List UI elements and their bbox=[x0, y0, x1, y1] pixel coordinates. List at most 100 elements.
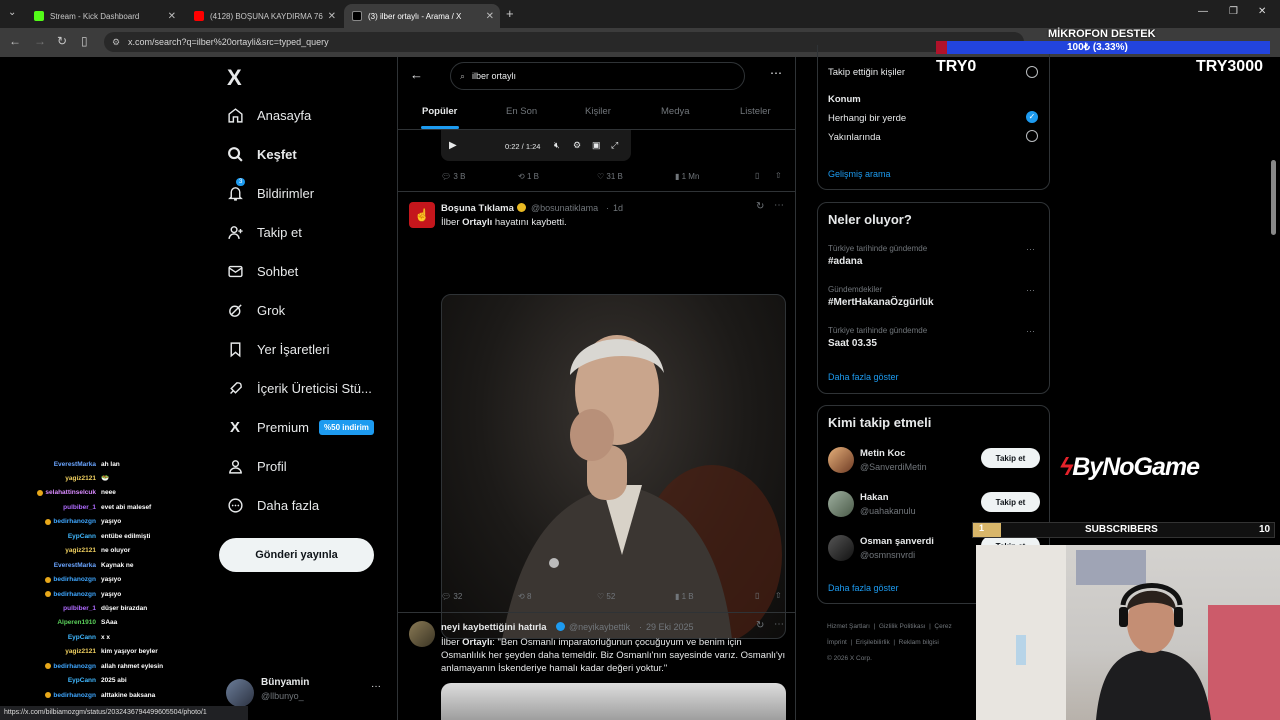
footer-link[interactable]: Hizmet Şartları bbox=[827, 623, 870, 630]
footer-link[interactable]: Reklam bilgisi bbox=[899, 639, 939, 646]
nav-explore[interactable]: Keşfet bbox=[226, 145, 297, 163]
trend-item[interactable]: Türkiye tarihinde gündemde Saat 03.35 ⋯ bbox=[828, 326, 1040, 349]
tab-youtube[interactable]: (4128) BOŞUNA KAYDIRMA 76 ✕ bbox=[186, 4, 342, 28]
follow-show-more-link[interactable]: Daha fazla göster bbox=[828, 583, 899, 593]
play-icon[interactable]: ▶ bbox=[449, 140, 457, 151]
footer-link[interactable]: Gizlilik Politikası bbox=[879, 623, 926, 630]
chat-username[interactable]: EypCann bbox=[0, 677, 96, 684]
tab-kick-dashboard[interactable]: Stream - Kick Dashboard ✕ bbox=[26, 4, 182, 28]
tweet-author[interactable]: neyi kaybettiğini hatırla bbox=[441, 622, 547, 633]
chat-username[interactable]: selahattinselcuk bbox=[45, 489, 96, 496]
trend-more-icon[interactable]: ⋯ bbox=[1026, 326, 1035, 337]
back-arrow-icon[interactable]: ← bbox=[410, 67, 423, 82]
restore-icon[interactable]: ❐ bbox=[1229, 6, 1238, 17]
fullscreen-icon[interactable]: ⤢ bbox=[611, 140, 618, 151]
page-scrollbar[interactable] bbox=[1271, 160, 1276, 235]
grok-icon[interactable]: ↻ bbox=[756, 201, 764, 212]
forward-icon[interactable]: → bbox=[34, 34, 46, 48]
chat-username[interactable]: bedirhanozgn bbox=[53, 663, 96, 670]
reload-icon[interactable]: ↻ bbox=[57, 34, 67, 48]
tweet-handle[interactable]: @bosunatiklama bbox=[531, 203, 598, 213]
retweet-count[interactable]: ⟲ 1 B bbox=[518, 172, 539, 181]
tab-people[interactable]: Kişiler bbox=[585, 106, 611, 117]
nav-more[interactable]: Daha fazla bbox=[226, 496, 319, 514]
chat-username[interactable]: bedirhanozgn bbox=[53, 692, 96, 699]
location-nearby-radio[interactable] bbox=[1026, 130, 1038, 142]
chat-username[interactable]: EypCann bbox=[0, 533, 96, 540]
chat-username[interactable]: yagiz2121 bbox=[0, 648, 96, 655]
tab-latest[interactable]: En Son bbox=[506, 106, 537, 117]
trends-show-more-link[interactable]: Daha fazla göster bbox=[828, 372, 899, 382]
follow-suggestion[interactable]: Metin Koc @SanverdiMetin Takip et bbox=[828, 446, 1050, 480]
chat-username[interactable]: EverestMarka bbox=[0, 461, 96, 468]
video-player[interactable]: ▶ 0:22 / 1:24 🔇︎ ⚙ ▣ ⤢ bbox=[441, 130, 631, 161]
tweet-photo[interactable] bbox=[441, 683, 786, 720]
like-count[interactable]: ♡ 52 bbox=[597, 592, 615, 601]
retweet-count[interactable]: ⟲ 8 bbox=[518, 592, 531, 601]
tweet[interactable]: ☝ Boşuna Tıklama @bosunatiklama · 1d ↻ ⋯… bbox=[398, 192, 795, 639]
follow-button[interactable]: Takip et bbox=[981, 448, 1040, 468]
site-info-icon[interactable]: ⚙ bbox=[112, 32, 120, 52]
chat-username[interactable]: bedirhanozgn bbox=[53, 518, 96, 525]
share-icon[interactable]: ⇧ bbox=[775, 171, 782, 180]
nav-messages[interactable]: Sohbet bbox=[226, 262, 298, 280]
chat-username[interactable]: bedirhanozgn bbox=[53, 576, 96, 583]
reply-count[interactable]: 💬︎ 32 bbox=[441, 592, 462, 601]
nav-follow[interactable]: Takip et bbox=[226, 223, 302, 241]
account-more-icon[interactable]: ··· bbox=[371, 681, 381, 692]
tweet-more-icon[interactable]: ⋯ bbox=[774, 619, 784, 630]
nav-bookmarks[interactable]: Yer İşaretleri bbox=[226, 340, 330, 358]
new-tab-button[interactable]: + bbox=[506, 6, 514, 21]
nav-profile[interactable]: Profil bbox=[226, 457, 287, 475]
tab-popular[interactable]: Popüler bbox=[422, 106, 457, 117]
account-switcher[interactable]: Bünyamin @llbunyo_ ··· bbox=[226, 675, 386, 709]
chat-username[interactable]: yagiz2121 bbox=[0, 547, 96, 554]
follow-suggestion[interactable]: Hakan @uahakanulu Takip et bbox=[828, 490, 1050, 524]
bookmark-icon[interactable]: ▯ bbox=[755, 171, 759, 180]
minimize-icon[interactable]: — bbox=[1198, 6, 1208, 17]
chat-username[interactable]: pulbiber_1 bbox=[0, 504, 96, 511]
nav-home[interactable]: Anasayfa bbox=[226, 106, 311, 124]
tweet-photo[interactable] bbox=[441, 294, 786, 639]
trend-item[interactable]: Gündemdekiler #MertHakanaÖzgürlük ⋯ bbox=[828, 285, 1040, 308]
search-more-icon[interactable]: ⋯ bbox=[770, 66, 782, 80]
nav-notifications[interactable]: 3 Bildirimler bbox=[226, 178, 314, 202]
back-icon[interactable]: ← bbox=[9, 34, 21, 48]
pip-icon[interactable]: ▣ bbox=[592, 140, 601, 151]
advanced-search-link[interactable]: Gelişmiş arama bbox=[828, 169, 891, 179]
chat-username[interactable]: yagiz2121 bbox=[0, 475, 96, 482]
close-tab-icon[interactable]: ✕ bbox=[486, 11, 494, 22]
footer-link[interactable]: İmprint bbox=[827, 639, 847, 646]
mute-icon[interactable]: 🔇︎ bbox=[554, 140, 560, 151]
settings-icon[interactable]: ⚙ bbox=[573, 140, 581, 151]
follow-button[interactable]: Takip et bbox=[981, 492, 1040, 512]
trend-item[interactable]: Türkiye tarihinde gündemde #adana ⋯ bbox=[828, 244, 1040, 267]
tab-media[interactable]: Medya bbox=[661, 106, 690, 117]
chat-username[interactable]: bedirhanozgn bbox=[53, 591, 96, 598]
chat-username[interactable]: EverestMarka bbox=[0, 562, 96, 569]
tab-x-search[interactable]: (3) ilber ortaylı - Arama / X ✕ bbox=[344, 4, 500, 28]
chat-username[interactable]: EypCann bbox=[0, 634, 96, 641]
tweet-more-icon[interactable]: ⋯ bbox=[774, 200, 784, 211]
like-count[interactable]: ♡ 31 B bbox=[597, 172, 623, 181]
trend-more-icon[interactable]: ⋯ bbox=[1026, 244, 1035, 255]
trend-more-icon[interactable]: ⋯ bbox=[1026, 285, 1035, 296]
tweet-author[interactable]: Boşuna Tıklama bbox=[441, 203, 514, 214]
post-button[interactable]: Gönderi yayınla bbox=[219, 538, 374, 572]
view-count[interactable]: ▮ 1 Mn bbox=[675, 172, 699, 181]
location-anywhere-radio[interactable]: ✓ bbox=[1026, 111, 1038, 123]
footer-link[interactable]: Erişilebilirlik bbox=[856, 639, 890, 646]
chat-username[interactable]: Alperen1910 bbox=[0, 619, 96, 626]
nav-creator-studio[interactable]: İçerik Üreticisi Stü... bbox=[226, 379, 372, 397]
reply-count[interactable]: 💬︎ 3 B bbox=[441, 172, 465, 181]
x-logo-icon[interactable]: X bbox=[227, 65, 242, 91]
tweet-handle[interactable]: @neyikaybettik bbox=[569, 622, 630, 632]
close-tab-icon[interactable]: ✕ bbox=[168, 11, 176, 22]
tweet[interactable]: neyi kaybettiğini hatırla @neyikaybettik… bbox=[398, 613, 795, 720]
close-tab-icon[interactable]: ✕ bbox=[328, 11, 336, 22]
close-window-icon[interactable]: ✕ bbox=[1258, 6, 1266, 17]
share-icon[interactable]: ⇧ bbox=[775, 591, 782, 600]
sidebar-icon[interactable]: ▯ bbox=[81, 34, 88, 48]
chat-username[interactable]: pulbiber_1 bbox=[0, 605, 96, 612]
nav-premium[interactable]: X Premium %50 indirim bbox=[226, 418, 374, 436]
